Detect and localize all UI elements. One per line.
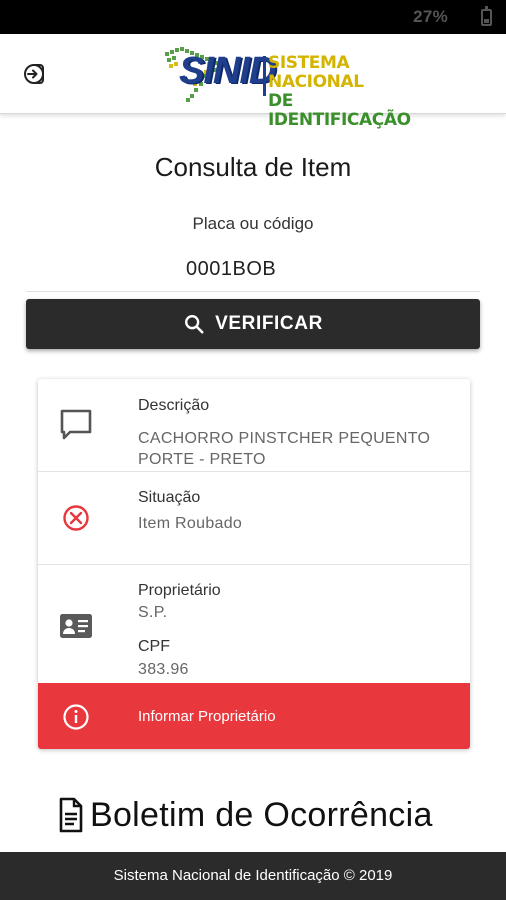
description-title: Descrição bbox=[138, 397, 210, 414]
status-row: Situação Item Roubado bbox=[38, 472, 470, 565]
info-icon bbox=[63, 704, 89, 730]
id-card-icon bbox=[60, 614, 92, 638]
sinid-logo: SINID SISTEMA NACIONAL DE IDENTIFICAÇÃO bbox=[163, 40, 411, 130]
status-bar: 27% bbox=[0, 0, 506, 34]
logo-letters: SINID bbox=[179, 50, 276, 92]
logo-line-1: SISTEMA NACIONAL bbox=[268, 53, 364, 92]
status-value: Item Roubado bbox=[138, 515, 243, 532]
status-title: Situação bbox=[138, 489, 201, 506]
owner-title: Proprietário bbox=[138, 582, 221, 599]
result-card: Descrição CACHORRO PINSTCHER PEQUENTO PO… bbox=[38, 379, 470, 749]
app-header: SINID SISTEMA NACIONAL DE IDENTIFICAÇÃO bbox=[0, 34, 506, 130]
police-report-heading[interactable]: Boletim de Ocorrência bbox=[58, 792, 433, 838]
verify-button-label: VERIFICAR bbox=[215, 313, 323, 334]
logo-text: SISTEMA NACIONAL DE IDENTIFICAÇÃO bbox=[268, 54, 411, 130]
logout-icon[interactable] bbox=[22, 62, 46, 86]
owner-row: Proprietário S.P. CPF 383.96 bbox=[38, 565, 470, 683]
description-row: Descrição CACHORRO PINSTCHER PEQUENTO PO… bbox=[38, 379, 470, 472]
report-owner-button[interactable]: Informar Proprietário bbox=[38, 683, 470, 749]
verify-button[interactable]: VERIFICAR bbox=[26, 299, 480, 349]
police-report-title: Boletim de Ocorrência bbox=[90, 795, 433, 834]
document-icon bbox=[59, 797, 83, 833]
cpf-title: CPF bbox=[138, 638, 170, 655]
battery-percentage: 27% bbox=[413, 7, 448, 26]
logo-line-2: DE IDENTIFICAÇÃO bbox=[268, 91, 411, 130]
search-icon bbox=[185, 315, 204, 334]
report-owner-label: Informar Proprietário bbox=[138, 708, 276, 725]
battery-icon bbox=[481, 6, 492, 26]
owner-value: S.P. bbox=[138, 604, 168, 621]
code-field-label: Placa ou código bbox=[192, 214, 314, 233]
description-value: CACHORRO PINSTCHER PEQUENTO PORTE - PRET… bbox=[138, 430, 431, 468]
page-title: Consulta de Item bbox=[154, 152, 352, 182]
cpf-value: 383.96 bbox=[138, 661, 189, 678]
footer: Sistema Nacional de Identificação © 2019 bbox=[0, 852, 506, 900]
chat-bubble-icon bbox=[60, 409, 92, 440]
cancel-circle-icon bbox=[63, 505, 89, 531]
code-input[interactable] bbox=[26, 248, 480, 292]
logo-divider bbox=[263, 56, 266, 96]
